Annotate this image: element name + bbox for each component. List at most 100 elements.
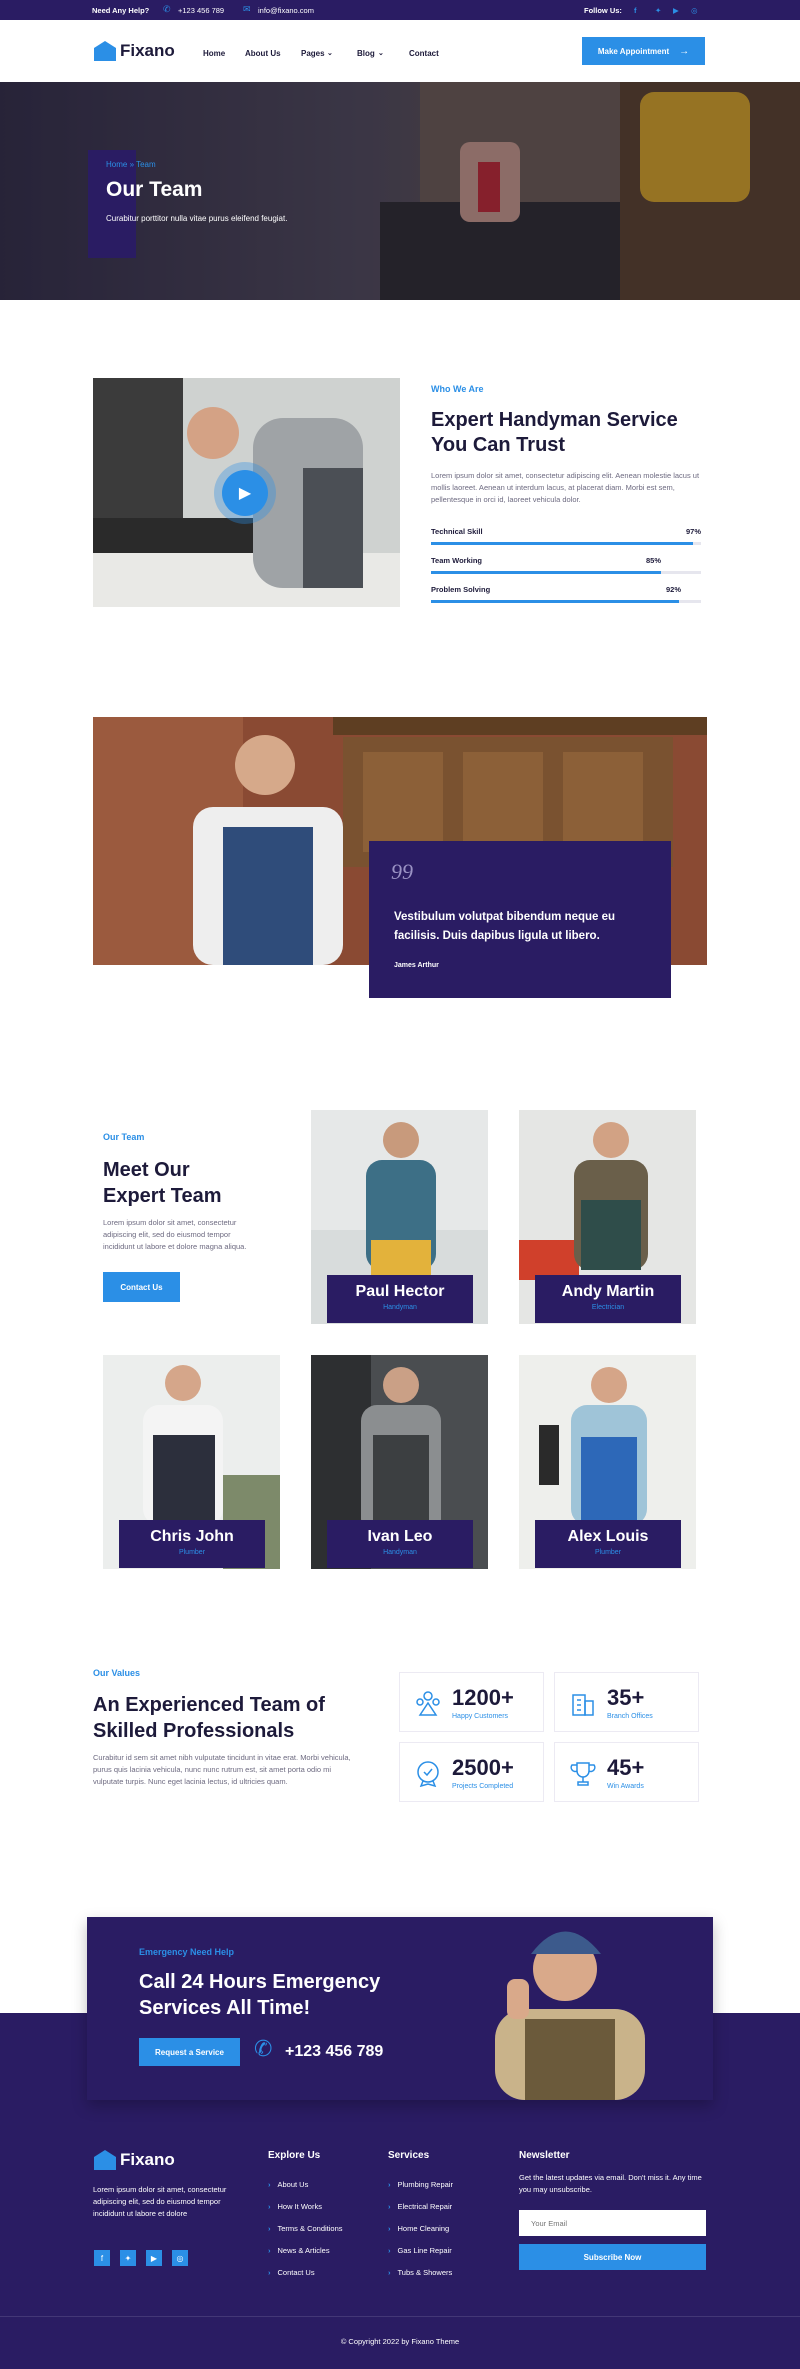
member-name: Andy Martin [561, 1283, 655, 1300]
emergency-banner: Emergency Need Help Call 24 Hours Emerge… [87, 1917, 713, 2100]
footer-logo-text[interactable]: Fixano [120, 2150, 175, 2170]
stat-number: 45+ [607, 1755, 645, 1780]
member-card-alex-louis[interactable]: Alex Louis Plumber [535, 1520, 681, 1568]
footer-link-tubs[interactable]: Tubs & Showers [388, 2268, 453, 2277]
values-body: Curabitur id sem sit amet nibh vulputate… [93, 1753, 351, 1786]
chevron-down-icon: ⌄ [378, 50, 384, 57]
arrow-right-icon: → [679, 45, 690, 57]
contact-us-button[interactable]: Contact Us [103, 1272, 180, 1302]
skill-value: 92% [665, 585, 681, 594]
skill-track [431, 600, 701, 603]
stat-number: 2500+ [452, 1755, 514, 1780]
instagram-icon[interactable]: ◎ [172, 2250, 188, 2266]
nav-pages[interactable]: Pages [301, 49, 325, 58]
footer-divider [0, 2316, 800, 2317]
trophy-icon [570, 1762, 596, 1786]
stat-number: 1200+ [452, 1685, 514, 1710]
phone-icon: ✆ [163, 4, 171, 14]
member-name: Paul Hector [355, 1283, 445, 1300]
quote-text: Vestibulum volutpat bibendum neque eu fa… [394, 908, 615, 946]
emergency-phone[interactable]: +123 456 789 [285, 2043, 383, 2061]
team-title: Meet Our Expert Team [103, 1157, 222, 1209]
twitter-icon[interactable]: ✦ [120, 2250, 136, 2266]
breadcrumb[interactable]: Home » Team [106, 160, 156, 169]
about-title-line1: Expert Handyman Service [431, 409, 678, 431]
emergency-title-line1: Call 24 Hours Emergency [139, 1971, 381, 1993]
services-title: Services [388, 2150, 430, 2161]
page-title: Our Team [106, 178, 203, 201]
stat-label: Win Awards [607, 1783, 644, 1790]
stat-happy-customers: 1200+ Happy Customers [399, 1672, 544, 1732]
footer-about: Lorem ipsum dolor sit amet, consectetur … [93, 2185, 227, 2218]
youtube-icon[interactable]: ▶ [673, 6, 679, 15]
footer-link-terms[interactable]: Terms & Conditions [268, 2224, 343, 2233]
member-card-ivan-leo[interactable]: Ivan Leo Handyman [327, 1520, 473, 1568]
footer-link-gas-line[interactable]: Gas Line Repair [388, 2246, 452, 2255]
logo-text[interactable]: Fixano [120, 41, 175, 61]
footer-link-plumbing[interactable]: Plumbing Repair [388, 2180, 453, 2189]
top-bar: Need Any Help? ✆ +123 456 789 ✉ info@fix… [0, 0, 800, 20]
skill-value: 85% [645, 556, 661, 565]
instagram-icon[interactable]: ◎ [691, 6, 698, 15]
about-kicker: Who We Are [431, 384, 484, 394]
main-navbar: Fixano Home About Us Pages ⌄ Blog ⌄ Cont… [0, 20, 800, 82]
values-kicker: Our Values [93, 1668, 141, 1678]
newsletter-text: Get the latest updates via email. Don't … [519, 2173, 702, 2194]
member-role: Handyman [383, 1549, 417, 1556]
nav-contact[interactable]: Contact [409, 49, 439, 58]
skill-problem-solving: Problem Solving 92% [431, 585, 701, 603]
topbar-phone[interactable]: +123 456 789 [178, 6, 224, 15]
follow-label: Follow Us: [584, 6, 622, 15]
building-icon [572, 1694, 594, 1716]
footer-link-news[interactable]: News & Articles [268, 2246, 330, 2255]
skill-teamwork: Team Working 85% [431, 556, 701, 574]
footer-link-contact[interactable]: Contact Us [268, 2268, 315, 2277]
topbar-email[interactable]: info@fixano.com [258, 6, 314, 15]
stat-projects-completed: 2500+ Projects Completed [399, 1742, 544, 1802]
footer-link-how-it-works[interactable]: How It Works [268, 2202, 322, 2211]
skill-fill [431, 542, 693, 545]
values-title-line1: An Experienced Team of [93, 1694, 325, 1716]
quote-line1: Vestibulum volutpat bibendum neque eu [394, 911, 616, 923]
values-title: An Experienced Team of Skilled Professio… [93, 1692, 325, 1744]
make-appointment-label: Make Appointment [597, 46, 670, 56]
member-role: Plumber [594, 1549, 622, 1556]
technician-photo [495, 1931, 645, 2100]
phone-icon: ✆ [254, 2036, 273, 2061]
skill-label: Team Working [431, 556, 482, 565]
member-card-paul-hector[interactable]: Paul Hector Handyman [327, 1275, 473, 1323]
stat-branch-offices: 35+ Branch Offices [554, 1672, 699, 1732]
make-appointment-button[interactable]: Make Appointment → [582, 37, 705, 65]
facebook-icon[interactable]: f [634, 6, 637, 15]
request-service-button[interactable]: Request a Service [139, 2038, 240, 2066]
values-title-line2: Skilled Professionals [93, 1720, 295, 1742]
stat-label: Projects Completed [452, 1783, 514, 1790]
nav-about[interactable]: About Us [245, 49, 281, 58]
member-name: Chris John [150, 1528, 234, 1545]
skill-track [431, 542, 701, 545]
stat-label: Happy Customers [452, 1713, 509, 1720]
member-role: Plumber [178, 1549, 206, 1556]
about-body: Lorem ipsum dolor sit amet, consectetur … [431, 471, 700, 504]
newsletter-email-input[interactable] [519, 2210, 706, 2236]
play-icon: ▶ [222, 470, 268, 516]
member-card-chris-john[interactable]: Chris John Plumber [119, 1520, 265, 1568]
footer-link-electrical[interactable]: Electrical Repair [388, 2202, 453, 2211]
nav-home[interactable]: Home [203, 49, 225, 58]
help-label: Need Any Help? [92, 6, 150, 15]
skill-track [431, 571, 701, 574]
youtube-icon[interactable]: ▶ [146, 2250, 162, 2266]
twitter-icon[interactable]: ✦ [655, 6, 661, 15]
team-title-line1: Meet Our [103, 1159, 190, 1181]
logo-icon[interactable] [94, 41, 116, 61]
skill-value: 97% [685, 527, 701, 536]
subscribe-button[interactable]: Subscribe Now [519, 2244, 706, 2270]
member-card-andy-martin[interactable]: Andy Martin Electrician [535, 1275, 681, 1323]
nav-blog[interactable]: Blog [357, 49, 375, 58]
explore-title: Explore Us [268, 2150, 321, 2161]
stat-label: Branch Offices [607, 1713, 653, 1720]
footer-link-cleaning[interactable]: Home Cleaning [388, 2224, 450, 2233]
member-name: Alex Louis [567, 1528, 649, 1545]
facebook-icon[interactable]: f [94, 2250, 110, 2266]
footer-link-about[interactable]: About Us [268, 2180, 309, 2189]
